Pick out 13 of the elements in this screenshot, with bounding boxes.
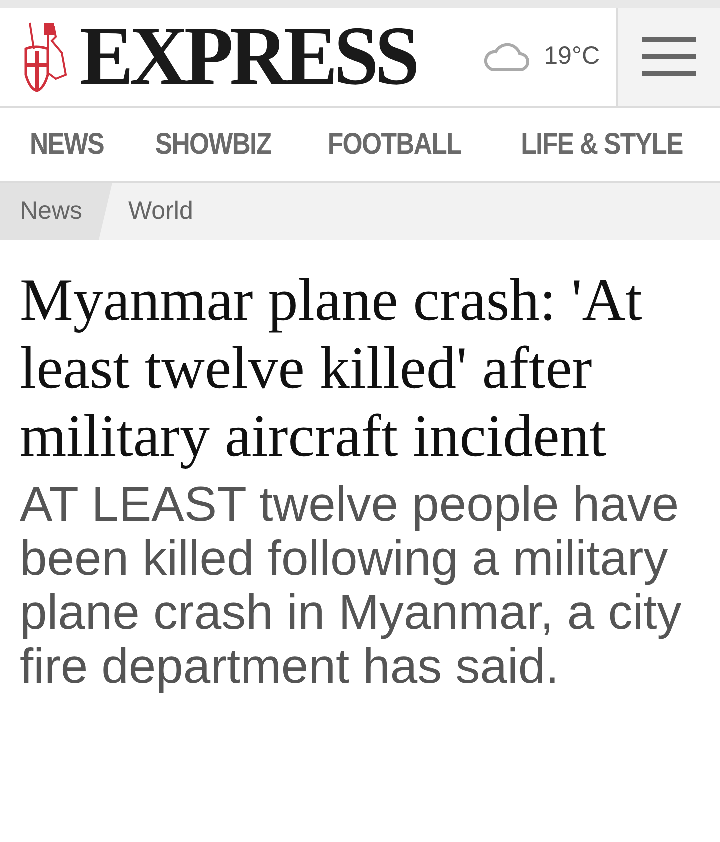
headline: Myanmar plane crash: 'At least twelve killed' after military aircraft incident bbox=[20, 266, 644, 470]
menu-icon bbox=[642, 37, 696, 77]
nav-link[interactable]: FOOTBALL bbox=[328, 122, 462, 167]
nav-link[interactable]: NEWS bbox=[30, 122, 104, 167]
breadcrumb-link[interactable]: World bbox=[112, 183, 194, 240]
breadcrumb-link[interactable]: News bbox=[0, 183, 113, 240]
temperature-text: 19°C bbox=[544, 41, 600, 72]
logo-wordmark[interactable]: EXPRESS bbox=[80, 15, 416, 99]
standfirst-text: AT LEAST twelve people have been killed following a military plane crash in Myanmar, a city fire department has said. bbox=[20, 478, 683, 694]
menu-button[interactable] bbox=[616, 8, 720, 106]
cloud-icon bbox=[484, 41, 530, 73]
nav-link[interactable]: LIFE & STYLE bbox=[521, 122, 683, 167]
nav-link[interactable]: SHOWBIZ bbox=[155, 122, 272, 167]
